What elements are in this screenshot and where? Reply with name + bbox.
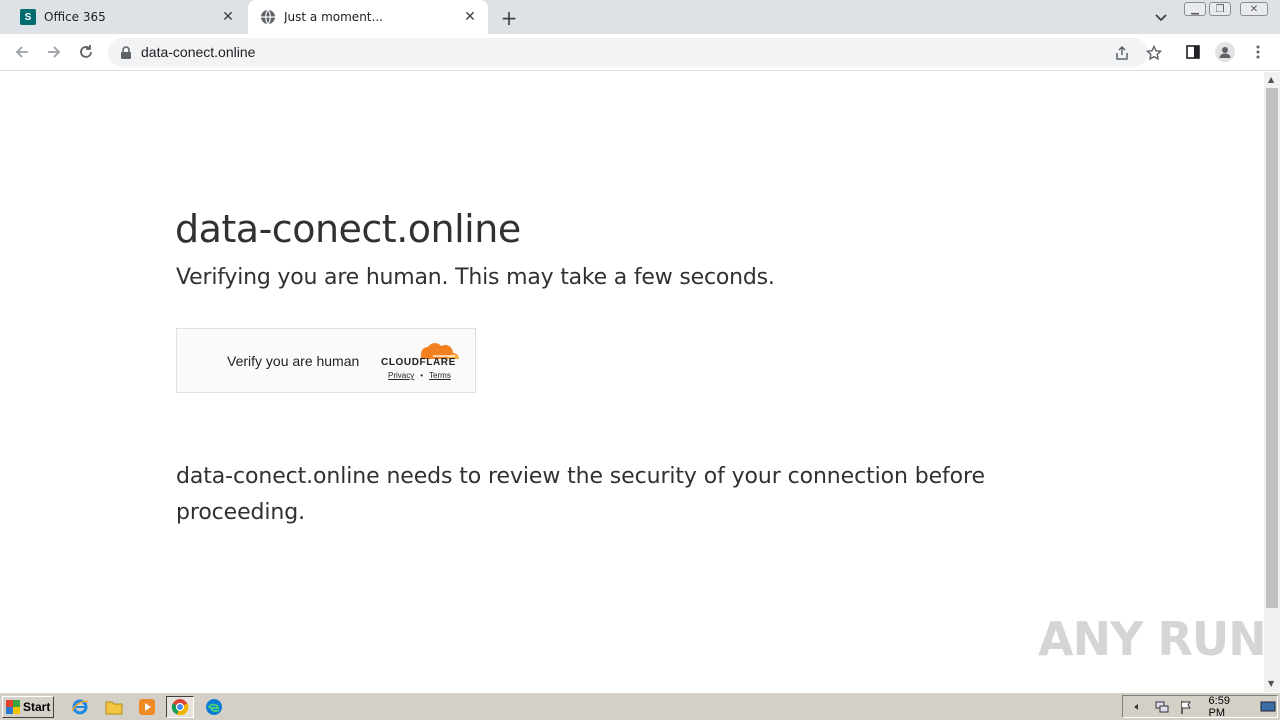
link-separator: • — [420, 371, 424, 380]
bookmark-star-icon[interactable] — [1144, 43, 1164, 63]
page-title: data-conect.online — [175, 207, 521, 251]
volume-icon[interactable]: 🔈︎ — [1129, 699, 1147, 715]
tab-title: Office 365 — [44, 10, 106, 24]
tab-office365[interactable]: S Office 365 ✕ — [8, 0, 246, 34]
tab-close-icon[interactable]: ✕ — [460, 7, 480, 27]
browser-toolbar: data-conect.online — [0, 34, 1280, 71]
scroll-up-icon[interactable]: ▲ — [1268, 75, 1276, 84]
profile-avatar[interactable] — [1212, 39, 1238, 65]
network-icon[interactable] — [1153, 699, 1171, 715]
cloudflare-challenge-widget: Verify you are human CLOUDFLARE Privacy … — [176, 328, 476, 393]
chrome-icon[interactable] — [166, 696, 194, 718]
address-bar[interactable]: data-conect.online — [108, 38, 1162, 67]
page-subtitle: Verifying you are human. This may take a… — [176, 265, 775, 290]
back-button[interactable] — [8, 38, 36, 66]
sharepoint-icon: S — [20, 9, 36, 25]
anyrun-watermark: ANY RUN — [1038, 612, 1267, 666]
media-player-icon[interactable] — [133, 696, 161, 718]
tab-title: Just a moment... — [284, 10, 383, 24]
verify-checkbox[interactable] — [202, 353, 218, 369]
new-tab-button[interactable]: + — [498, 6, 520, 30]
show-desktop-icon[interactable] — [1259, 699, 1277, 715]
system-tray: 🔈︎ 6:59 PM — [1122, 695, 1278, 719]
close-window-button[interactable]: ✕ — [1240, 2, 1268, 16]
action-center-flag-icon[interactable] — [1177, 699, 1195, 715]
cloudflare-wordmark: CLOUDFLARE — [381, 357, 456, 368]
lock-icon[interactable] — [120, 45, 134, 59]
taskbar-clock[interactable]: 6:59 PM — [1209, 695, 1250, 719]
cloudflare-links: Privacy • Terms — [388, 371, 451, 380]
security-review-text: data-conect.online needs to review the s… — [176, 464, 985, 525]
side-panel-icon[interactable] — [1180, 39, 1206, 65]
minimize-button[interactable]: ▁ — [1184, 2, 1206, 16]
menu-kebab-icon[interactable] — [1245, 39, 1271, 65]
windows-taskbar: Start 🔈︎ 6:59 PM — [0, 692, 1280, 720]
tab-strip: S Office 365 ✕ Just a moment... ✕ + ▁ ❐ … — [0, 0, 1280, 34]
globe-icon — [260, 9, 276, 25]
tab-search-chevron-icon[interactable] — [1150, 7, 1172, 29]
url-text: data-conect.online — [141, 44, 256, 60]
edge-icon[interactable] — [200, 696, 228, 718]
tab-just-a-moment[interactable]: Just a moment... ✕ — [248, 0, 488, 34]
privacy-link[interactable]: Privacy — [388, 371, 414, 380]
verify-label: Verify you are human — [227, 353, 360, 369]
vertical-scrollbar[interactable]: ▲ ▼ — [1264, 72, 1280, 692]
tab-close-icon[interactable]: ✕ — [218, 7, 238, 27]
terms-link[interactable]: Terms — [429, 371, 451, 380]
file-explorer-icon[interactable] — [100, 696, 128, 718]
windows-flag-icon — [6, 700, 20, 714]
start-button[interactable]: Start — [2, 696, 54, 718]
restore-button[interactable]: ❐ — [1209, 2, 1231, 16]
internet-explorer-icon[interactable] — [66, 696, 94, 718]
reload-button[interactable] — [72, 38, 100, 66]
person-icon — [1215, 42, 1235, 62]
scrollbar-thumb[interactable] — [1266, 88, 1278, 608]
start-label: Start — [23, 700, 51, 714]
page-viewport: data-conect.online Verifying you are hum… — [0, 72, 1264, 692]
scroll-down-icon[interactable]: ▼ — [1268, 679, 1276, 688]
forward-button[interactable] — [40, 38, 68, 66]
share-icon[interactable] — [1112, 43, 1132, 63]
